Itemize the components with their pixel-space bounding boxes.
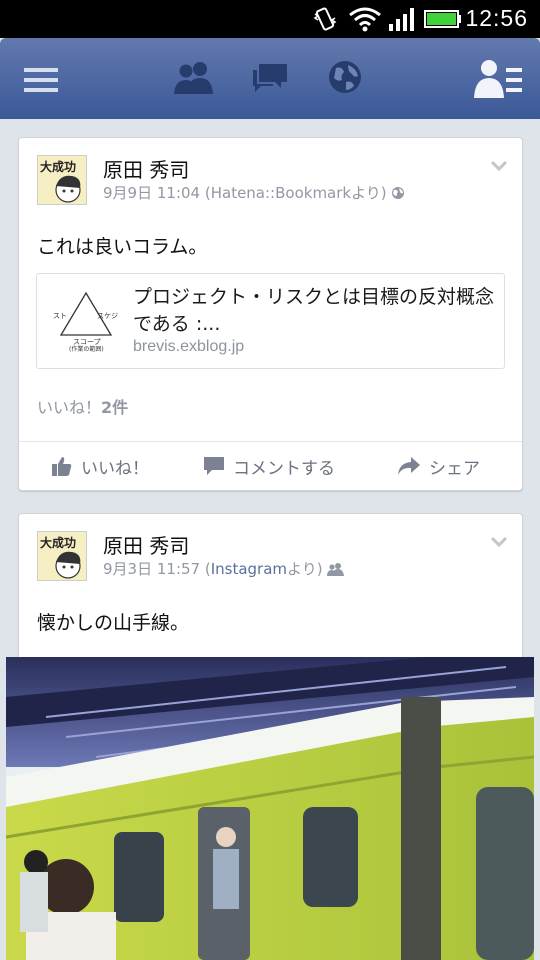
link-title: プロジェクト・リスクとは目標の反対概念である :...: [133, 286, 495, 335]
avatar[interactable]: 大成功: [37, 155, 87, 205]
likes-prefix: いいね！: [37, 398, 102, 417]
thumbs-up-icon: [52, 457, 72, 476]
signal-icon: [389, 8, 414, 31]
share-icon: [398, 457, 420, 475]
likes-number: 2件: [101, 398, 129, 417]
comment-icon: [204, 457, 224, 475]
svg-text:スコープ: スコープ: [73, 338, 101, 346]
post-meta: 9月3日 11:57 (Instagramより): [103, 558, 345, 579]
wifi-icon: [349, 7, 381, 32]
menu-icon[interactable]: [24, 66, 58, 94]
post-author[interactable]: 原田 秀司: [103, 154, 189, 183]
post-source-close: より): [287, 560, 323, 578]
likes-count[interactable]: いいね！2件: [37, 394, 128, 418]
post-author[interactable]: 原田 秀司: [103, 530, 189, 559]
post-card: 大成功 原田 秀司 9月9日 11:04 (Hatena::Bookmarkより…: [18, 137, 523, 491]
link-thumbnail: スト スケジ スコープ (作業の範囲): [53, 288, 119, 354]
post-photo[interactable]: [6, 657, 534, 960]
share-label: シェア: [429, 458, 480, 479]
link-preview[interactable]: スト スケジ スコープ (作業の範囲) プロジェクト・リスクとは目標の反対概念で…: [36, 273, 505, 369]
top-nav-bar: [0, 38, 540, 119]
status-bar: 12:56: [0, 0, 540, 38]
friend-requests-icon[interactable]: [174, 60, 214, 94]
post-source: Hatena::Bookmarkより): [210, 184, 387, 202]
post-source-prefix: (: [200, 184, 211, 202]
post-source-link[interactable]: Instagram: [211, 560, 287, 578]
comment-label: コメントする: [233, 458, 335, 479]
battery-icon: [424, 10, 461, 28]
post-date[interactable]: 9月9日 11:04: [103, 184, 200, 202]
like-label: いいね！: [81, 458, 149, 479]
post-text: これは良いコラム。: [37, 236, 208, 258]
svg-text:スト: スト: [53, 312, 67, 320]
comment-button[interactable]: コメントする: [203, 442, 335, 490]
post-text: 懐かしの山手線。: [37, 612, 190, 634]
train-photo: [6, 657, 534, 960]
avatar[interactable]: 大成功: [37, 531, 87, 581]
svg-text:(作業の範囲): (作業の範囲): [69, 345, 104, 353]
avatar-image: 大成功: [38, 532, 86, 580]
svg-text:スケジ: スケジ: [97, 312, 118, 320]
svg-text:大成功: 大成功: [40, 159, 76, 174]
chevron-down-icon[interactable]: [490, 536, 508, 548]
vibrate-icon: [313, 7, 337, 31]
share-button[interactable]: シェア: [397, 442, 480, 490]
friends-icon: [327, 563, 345, 576]
notifications-globe-icon[interactable]: [328, 60, 362, 94]
chevron-down-icon[interactable]: [490, 160, 508, 172]
post-date[interactable]: 9月3日 11:57: [103, 560, 200, 578]
avatar-image: 大成功: [38, 156, 86, 204]
link-domain: brevis.exblog.jp: [133, 338, 245, 355]
messages-icon[interactable]: [251, 62, 289, 94]
post-source-open: (: [200, 560, 211, 578]
svg-text:大成功: 大成功: [40, 535, 76, 550]
post-meta: 9月9日 11:04 (Hatena::Bookmarkより): [103, 182, 405, 203]
friends-list-icon[interactable]: [474, 58, 524, 98]
globe-icon: [392, 187, 405, 199]
clock: 12:56: [465, 5, 528, 31]
post-actions: いいね！ コメントする シェア: [19, 442, 522, 490]
like-button[interactable]: いいね！: [51, 442, 149, 490]
